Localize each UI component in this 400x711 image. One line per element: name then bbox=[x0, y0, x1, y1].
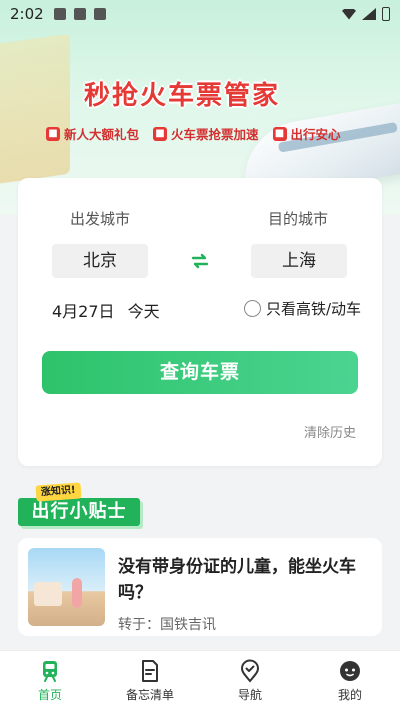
tab-label: 我的 bbox=[337, 688, 362, 702]
article-title: 没有带身份证的儿童，能坐火车吗？ bbox=[118, 557, 356, 603]
safety-icon: ■ bbox=[272, 126, 287, 141]
gift-icon: ■ bbox=[46, 126, 60, 141]
tips-tag: 涨知识! bbox=[35, 482, 82, 502]
from-city-label: 出发城市 bbox=[70, 210, 131, 228]
tab-label: 导航 bbox=[237, 688, 262, 702]
travel-tips-heading: 出行小贴士 涨知识! bbox=[18, 482, 144, 526]
image-notification-icon bbox=[53, 8, 66, 20]
travel-date: 4月27日 bbox=[52, 302, 115, 321]
high-speed-only-label: 只看高铁/动车 bbox=[266, 300, 362, 318]
ticket-search-card: 出发城市 目的城市 北京 上海 4月27日 今天 只看高铁/动车 查询车票 清除… bbox=[18, 178, 382, 466]
train-icon bbox=[43, 661, 57, 682]
perk-item: ■ 新人大额礼包 bbox=[46, 124, 139, 143]
wifi-icon bbox=[342, 8, 356, 20]
profile-icon bbox=[340, 661, 360, 681]
from-city-field[interactable]: 北京 bbox=[52, 244, 148, 278]
perk-list: ■ 新人大额礼包 ■ 火车票抢票加速 ■ 出行安心 bbox=[46, 124, 341, 143]
perk-label: 火车票抢票加速 bbox=[171, 127, 259, 142]
signal-icon bbox=[362, 8, 376, 20]
tab-home[interactable]: 首页 bbox=[0, 651, 100, 711]
status-time: 2:02 bbox=[10, 5, 44, 23]
download-notification-icon bbox=[73, 8, 86, 20]
battery-icon bbox=[382, 7, 390, 21]
location-icon bbox=[240, 659, 260, 683]
clear-history-link[interactable]: 清除历史 bbox=[304, 422, 356, 441]
tab-memo-list[interactable]: 备忘清单 bbox=[100, 651, 200, 711]
high-speed-only-toggle[interactable]: 只看高铁/动车 bbox=[244, 298, 361, 319]
radio-icon[interactable] bbox=[244, 300, 261, 317]
article-thumbnail bbox=[28, 548, 105, 626]
hotel-illustration bbox=[0, 33, 70, 187]
bottom-tab-bar: 首页 备忘清单 导航 我的 bbox=[0, 650, 400, 711]
perk-item: ■ 火车票抢票加速 bbox=[153, 124, 259, 143]
app-notification-icon bbox=[93, 8, 106, 20]
status-bar: 2:02 bbox=[0, 0, 400, 28]
tab-label: 首页 bbox=[37, 688, 62, 702]
to-city-label: 目的城市 bbox=[268, 210, 329, 228]
travel-tips-title: 出行小贴士 bbox=[18, 498, 140, 526]
tab-label: 备忘清单 bbox=[125, 688, 174, 702]
to-city-field[interactable]: 上海 bbox=[251, 244, 347, 278]
travel-day: 今天 bbox=[127, 302, 160, 321]
tab-navigation[interactable]: 导航 bbox=[200, 651, 300, 711]
ticket-icon: ■ bbox=[153, 126, 168, 141]
memo-icon bbox=[142, 660, 158, 682]
tab-profile[interactable]: 我的 bbox=[300, 651, 400, 711]
perk-label: 出行安心 bbox=[290, 127, 341, 142]
article-source: 转于：国铁吉讯 bbox=[118, 617, 216, 633]
perk-item: ■ 出行安心 bbox=[272, 124, 341, 143]
search-tickets-button[interactable]: 查询车票 bbox=[42, 351, 358, 394]
banner-title: 秒抢火车票管家 bbox=[84, 81, 281, 111]
article-card[interactable]: 没有带身份证的儿童，能坐火车吗？ 转于：国铁吉讯 bbox=[18, 538, 382, 636]
swap-cities-icon[interactable] bbox=[190, 251, 210, 271]
travel-date-selector[interactable]: 4月27日 今天 bbox=[52, 298, 168, 322]
perk-label: 新人大额礼包 bbox=[64, 127, 140, 142]
